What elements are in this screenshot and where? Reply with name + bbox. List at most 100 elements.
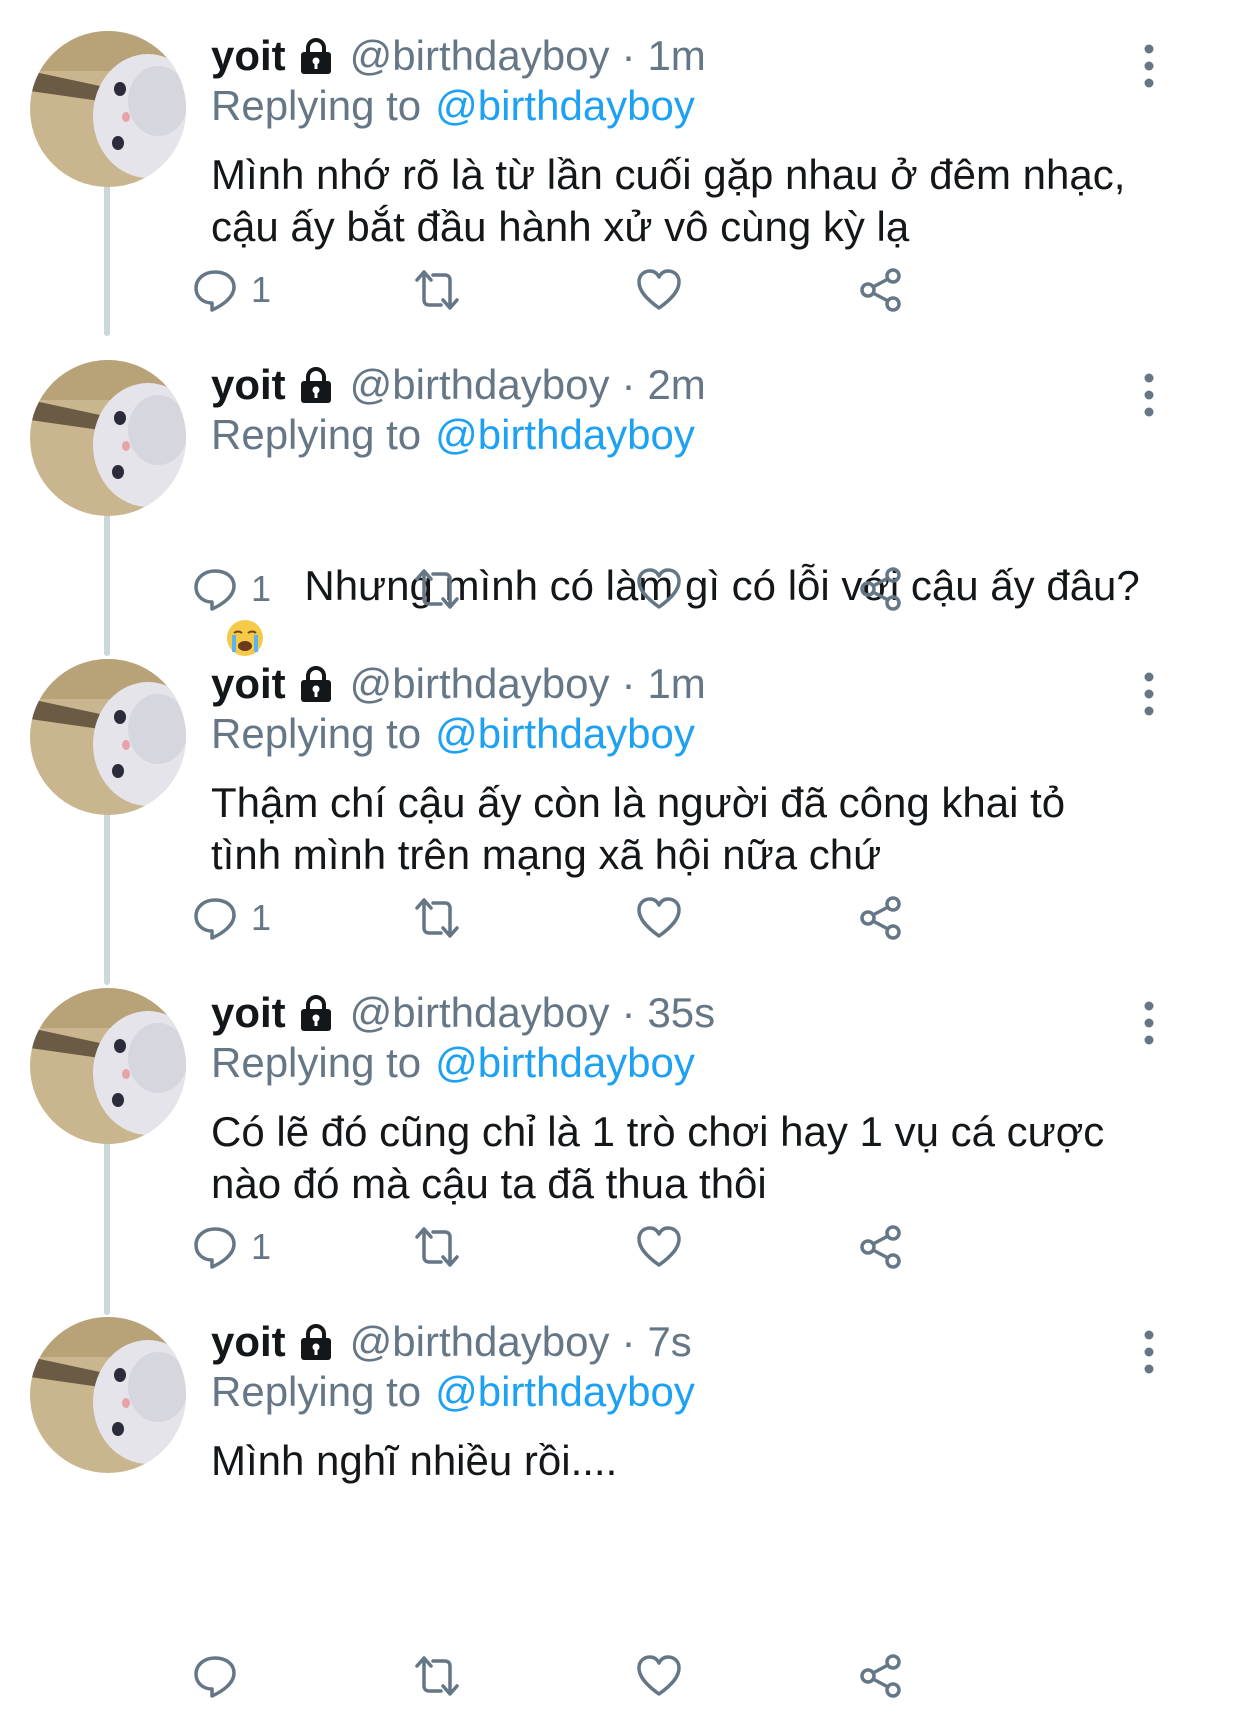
tweet-text: Có lẽ đó cũng chỉ là 1 trò chơi hay 1 vụ… bbox=[211, 1108, 1105, 1207]
like-button[interactable] bbox=[635, 1648, 683, 1704]
thread-line bbox=[104, 805, 110, 985]
timestamp[interactable]: 1m bbox=[647, 659, 705, 709]
more-icon[interactable] bbox=[1134, 370, 1164, 420]
timestamp[interactable]: 7s bbox=[647, 1317, 691, 1367]
thread-line bbox=[104, 506, 110, 656]
replying-to: Replying to @birthdayboy bbox=[211, 1038, 1171, 1088]
lock-icon bbox=[296, 1322, 336, 1362]
timestamp[interactable]: 35s bbox=[647, 988, 715, 1038]
tweet-content: yoit @birthdayboy · 7s Replying to @birth… bbox=[211, 1317, 1171, 1487]
user-handle[interactable]: @birthdayboy bbox=[350, 988, 610, 1038]
avatar[interactable] bbox=[30, 659, 186, 815]
replying-to-link[interactable]: @birthdayboy bbox=[435, 710, 695, 757]
replying-to: Replying to @birthdayboy bbox=[211, 1367, 1171, 1417]
thread-line bbox=[104, 176, 110, 336]
reply-button[interactable] bbox=[191, 1648, 251, 1704]
tweet-header: yoit @birthdayboy · 7s bbox=[211, 1317, 1171, 1367]
reply-count: 1 bbox=[251, 568, 272, 609]
reply-icon bbox=[191, 266, 239, 314]
lock-icon bbox=[296, 36, 336, 76]
reply-button[interactable]: 1 bbox=[191, 890, 271, 946]
tweet-content: yoit @birthdayboy · 35s Replying to @birt… bbox=[211, 988, 1171, 1210]
tweet-actions: 1 bbox=[211, 890, 1011, 946]
like-icon bbox=[635, 1652, 683, 1700]
replying-to-link[interactable]: @birthdayboy bbox=[435, 1039, 695, 1086]
replying-to: Replying to @birthdayboy bbox=[211, 709, 1171, 759]
share-button[interactable] bbox=[857, 890, 905, 946]
reply-button[interactable]: 1 bbox=[191, 561, 271, 617]
more-icon[interactable] bbox=[1134, 669, 1164, 719]
user-handle[interactable]: @birthdayboy bbox=[350, 1317, 610, 1367]
like-icon bbox=[635, 565, 683, 613]
tweet-header: yoit @birthdayboy · 2m bbox=[211, 360, 1171, 410]
replying-to-link[interactable]: @birthdayboy bbox=[435, 82, 695, 129]
like-button[interactable] bbox=[635, 1219, 683, 1275]
avatar[interactable] bbox=[30, 1317, 186, 1473]
timestamp[interactable]: 2m bbox=[647, 360, 705, 410]
crying-face-emoji bbox=[225, 618, 265, 658]
retweet-button[interactable] bbox=[411, 1219, 463, 1275]
tweet-actions: 1 bbox=[211, 561, 1011, 617]
tweet-actions: 1 bbox=[211, 262, 1011, 318]
retweet-icon bbox=[411, 1652, 463, 1700]
tweet-actions: 1 bbox=[211, 1219, 1011, 1275]
display-name[interactable]: yoit bbox=[211, 659, 286, 709]
avatar[interactable] bbox=[30, 360, 186, 516]
replying-to-link[interactable]: @birthdayboy bbox=[435, 1368, 695, 1415]
more-icon[interactable] bbox=[1134, 998, 1164, 1048]
retweet-icon bbox=[411, 565, 463, 613]
retweet-button[interactable] bbox=[411, 1648, 463, 1704]
user-handle[interactable]: @birthdayboy bbox=[350, 31, 610, 81]
share-icon bbox=[857, 894, 905, 942]
replying-to-label: Replying to bbox=[211, 82, 422, 129]
retweet-button[interactable] bbox=[411, 262, 463, 318]
tweet-text: Mình nhớ rõ là từ lần cuối gặp nhau ở đê… bbox=[211, 151, 1126, 250]
avatar[interactable] bbox=[30, 988, 186, 1144]
tweet-thread: yoit @birthdayboy · 1m Replying to @birth… bbox=[0, 0, 1242, 1729]
reply-button[interactable]: 1 bbox=[191, 1219, 271, 1275]
like-button[interactable] bbox=[635, 890, 683, 946]
like-icon bbox=[635, 266, 683, 314]
reply-count: 1 bbox=[251, 269, 272, 310]
tweet-content: yoit @birthdayboy · 1m Replying to @birth… bbox=[211, 659, 1171, 881]
timestamp[interactable]: 1m bbox=[647, 31, 705, 81]
like-icon bbox=[635, 1223, 683, 1271]
share-button[interactable] bbox=[857, 1648, 905, 1704]
more-icon[interactable] bbox=[1134, 1327, 1164, 1377]
replying-to: Replying to @birthdayboy bbox=[211, 410, 1171, 460]
user-handle[interactable]: @birthdayboy bbox=[350, 360, 610, 410]
replying-to-link[interactable]: @birthdayboy bbox=[435, 411, 695, 458]
reply-button[interactable]: 1 bbox=[191, 262, 271, 318]
thread-line bbox=[104, 1135, 110, 1315]
share-button[interactable] bbox=[857, 262, 905, 318]
avatar[interactable] bbox=[30, 31, 186, 187]
lock-icon bbox=[296, 664, 336, 704]
replying-to-label: Replying to bbox=[211, 710, 422, 757]
retweet-icon bbox=[411, 1223, 463, 1271]
retweet-button[interactable] bbox=[411, 561, 463, 617]
tweet-content: yoit @birthdayboy · 1m Replying to @birth… bbox=[211, 31, 1171, 253]
reply-count: 1 bbox=[251, 897, 272, 938]
share-icon bbox=[857, 266, 905, 314]
like-icon bbox=[635, 894, 683, 942]
reply-icon bbox=[191, 1223, 239, 1271]
reply-icon bbox=[191, 565, 239, 613]
tweet-header: yoit @birthdayboy · 1m bbox=[211, 659, 1171, 709]
share-button[interactable] bbox=[857, 561, 905, 617]
share-icon bbox=[857, 1223, 905, 1271]
lock-icon bbox=[296, 365, 336, 405]
like-button[interactable] bbox=[635, 561, 683, 617]
display-name[interactable]: yoit bbox=[211, 31, 286, 81]
user-handle[interactable]: @birthdayboy bbox=[350, 659, 610, 709]
more-icon[interactable] bbox=[1134, 41, 1164, 91]
tweet-header: yoit @birthdayboy · 35s bbox=[211, 988, 1171, 1038]
display-name[interactable]: yoit bbox=[211, 1317, 286, 1367]
display-name[interactable]: yoit bbox=[211, 360, 286, 410]
display-name[interactable]: yoit bbox=[211, 988, 286, 1038]
retweet-button[interactable] bbox=[411, 890, 463, 946]
retweet-icon bbox=[411, 266, 463, 314]
like-button[interactable] bbox=[635, 262, 683, 318]
reply-icon bbox=[191, 1652, 239, 1700]
share-button[interactable] bbox=[857, 1219, 905, 1275]
separator: · bbox=[621, 989, 636, 1036]
